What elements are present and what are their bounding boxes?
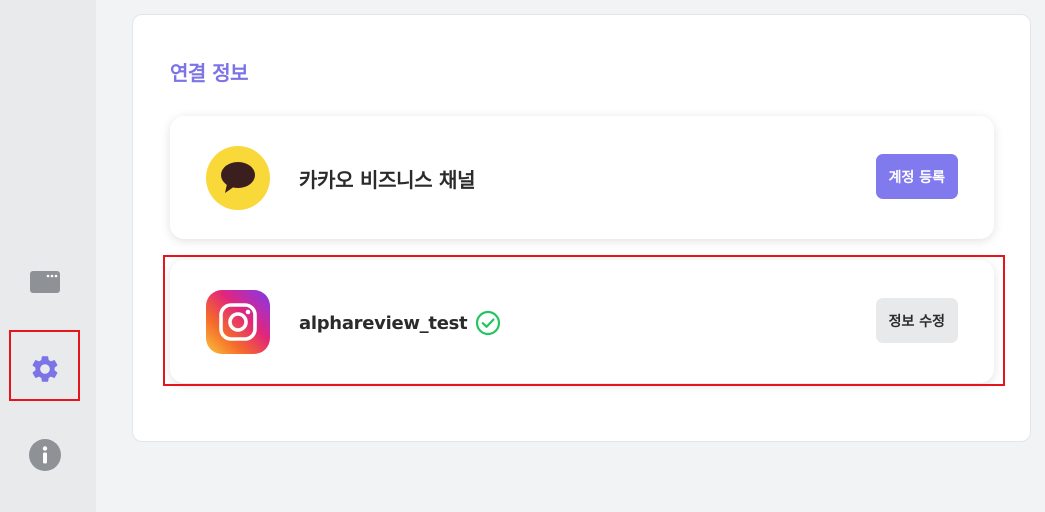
register-account-button[interactable]: 계정 등록 [875,154,958,199]
settings-highlight-box [9,330,80,401]
kakao-channel-name: 카카오 비즈니스 채널 [299,164,476,193]
kakao-chat-icon [206,146,270,210]
page-title: 연결 정보 [170,61,249,85]
account-name: 카카오 비즈니스 채널 [299,168,476,192]
window-icon[interactable] [29,270,61,294]
kakao-channel-card: 카카오 비즈니스 채널 계정 등록 [170,116,994,239]
instagram-highlight-box [163,255,1005,386]
sidebar [0,0,96,512]
info-icon[interactable] [28,438,62,472]
